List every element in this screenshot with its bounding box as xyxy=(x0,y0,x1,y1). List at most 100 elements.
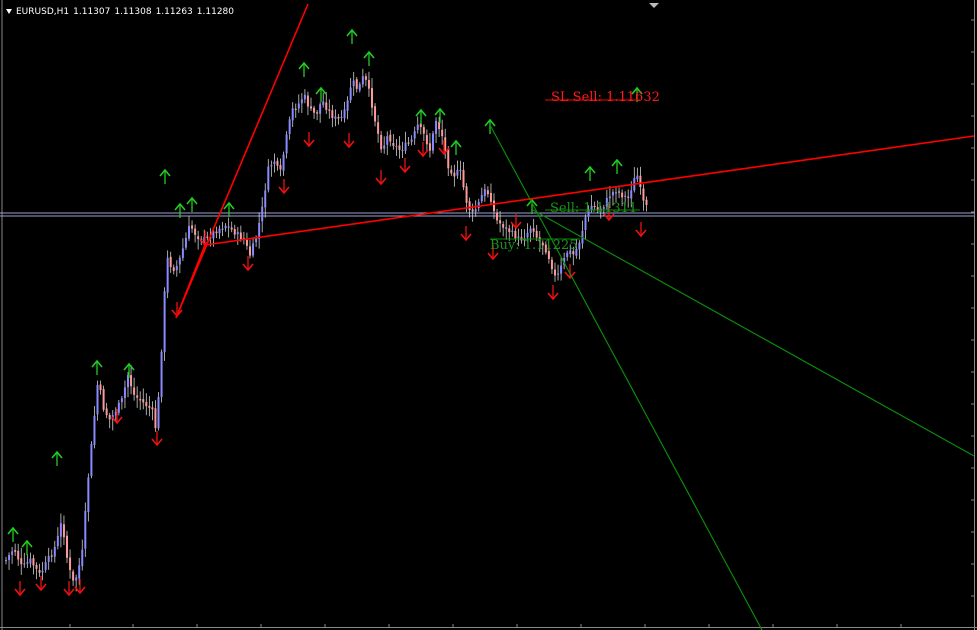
candle-body xyxy=(59,523,62,537)
candle-body xyxy=(285,134,288,154)
arrow-up-icon xyxy=(7,526,19,542)
candle-body xyxy=(310,106,312,109)
candle-body xyxy=(560,265,563,274)
arrow-down-icon xyxy=(460,226,472,242)
candle-body xyxy=(230,227,233,230)
candle-body xyxy=(392,142,395,146)
arrow-down-icon xyxy=(242,256,254,272)
candle-body xyxy=(14,550,17,552)
candle-body xyxy=(636,175,639,180)
candle-body xyxy=(17,550,20,560)
candle-body xyxy=(611,192,614,196)
candle-body xyxy=(261,206,264,222)
candle-body xyxy=(459,169,462,172)
fractal-arrows xyxy=(7,28,647,597)
candle-body xyxy=(166,257,169,293)
candle-body xyxy=(267,166,270,190)
green-trendline-shallow[interactable] xyxy=(532,209,975,457)
price-chart[interactable] xyxy=(0,0,977,630)
dropdown-triangle-icon[interactable] xyxy=(6,9,12,14)
red-trendline-shallow[interactable] xyxy=(204,135,975,246)
candle-body xyxy=(32,558,35,566)
high-price: 1.11308 xyxy=(114,7,152,17)
symbol-name: EURUSD,H1 xyxy=(16,7,70,17)
candle-body xyxy=(465,186,468,203)
candle-body xyxy=(245,239,248,246)
candle-body xyxy=(233,228,236,235)
candle-body xyxy=(502,224,505,228)
candle-body xyxy=(557,273,560,275)
candle-body xyxy=(191,225,194,229)
candle-body xyxy=(413,131,416,139)
candle-body xyxy=(386,136,389,145)
arrow-down-icon xyxy=(151,431,163,447)
candle-body xyxy=(456,169,459,176)
candle-body xyxy=(627,196,630,198)
candle-body xyxy=(316,112,319,114)
buy-order-label[interactable]: Buy: 1.11225 xyxy=(490,238,578,253)
candle-body xyxy=(584,217,587,231)
candle-body xyxy=(404,142,407,151)
candle-body xyxy=(486,190,489,195)
candle-body xyxy=(526,232,529,238)
candle-body xyxy=(41,570,44,573)
candle-body xyxy=(496,212,499,221)
candle-body xyxy=(505,227,508,230)
candle-body xyxy=(425,135,428,145)
arrow-up-icon xyxy=(298,61,310,77)
chart-window[interactable]: EURUSD,H1 1.11307 1.11308 1.11263 1.11280 SL… xyxy=(0,0,977,630)
candle-body xyxy=(44,562,47,570)
candle-body xyxy=(364,76,367,80)
chart-shift-marker-icon[interactable] xyxy=(649,3,659,8)
candle-body xyxy=(578,242,581,250)
candle-body xyxy=(72,571,75,581)
candle-body xyxy=(221,228,224,230)
candle-body xyxy=(145,402,148,407)
candle-body xyxy=(331,110,334,119)
candle-body xyxy=(483,189,486,197)
candle-body xyxy=(218,228,221,234)
candle-body xyxy=(160,351,163,397)
candle-body xyxy=(377,122,380,134)
candle-body xyxy=(148,405,151,408)
candle-body xyxy=(175,265,178,271)
candle-body xyxy=(133,387,136,395)
candle-body xyxy=(252,243,255,256)
arrow-up-icon xyxy=(223,201,235,217)
arrow-down-icon xyxy=(35,576,47,592)
chart-frame xyxy=(0,0,977,630)
candle-body xyxy=(154,408,157,429)
candle-body xyxy=(325,102,328,110)
candle-body xyxy=(322,101,325,105)
candle-body xyxy=(642,188,645,201)
candle-body xyxy=(398,145,401,150)
candle-body xyxy=(291,108,294,121)
candle-body xyxy=(608,196,611,199)
candle-body xyxy=(249,246,251,256)
candle-body xyxy=(236,232,239,235)
candle-body xyxy=(352,80,355,87)
candle-body xyxy=(26,562,29,564)
candle-body xyxy=(188,226,190,239)
candle-body xyxy=(343,109,346,119)
candle-body xyxy=(535,230,538,238)
arrow-down-icon xyxy=(399,158,411,174)
candle-body xyxy=(624,195,627,197)
red-trendline-connector[interactable] xyxy=(175,244,206,319)
candle-body xyxy=(255,238,258,243)
symbol-header: EURUSD,H1 1.11307 1.11308 1.11263 1.11280 xyxy=(6,5,238,19)
red-trendline-steep[interactable] xyxy=(175,3,309,319)
candle-body xyxy=(53,546,56,557)
candle-body xyxy=(358,84,361,91)
candle-body xyxy=(206,236,209,238)
candle-body xyxy=(639,175,642,188)
sell-order-label[interactable]: Sell: 1.11311 xyxy=(550,201,637,216)
candle-body xyxy=(157,396,160,429)
candle-body xyxy=(297,103,300,109)
sl-sell-order-label[interactable]: SL Sell: 1.11632 xyxy=(551,90,660,105)
candle-body xyxy=(163,291,166,353)
candle-body xyxy=(38,570,41,573)
candle-body xyxy=(550,259,553,270)
candle-body xyxy=(273,161,276,165)
candle-body xyxy=(117,402,120,413)
